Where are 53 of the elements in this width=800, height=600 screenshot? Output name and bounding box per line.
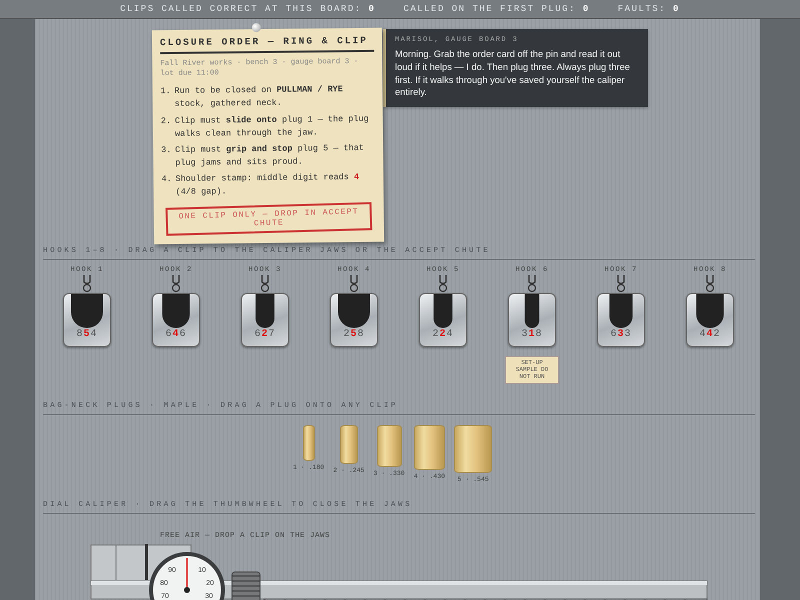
hook-icon <box>526 275 538 293</box>
rule-number: 1. <box>160 85 172 98</box>
clip-code: 258 <box>343 329 365 340</box>
plug[interactable] <box>302 425 315 461</box>
order-card[interactable] <box>152 28 384 244</box>
jaw-slot <box>338 294 370 328</box>
clip-code: 318 <box>521 329 543 340</box>
clip[interactable]: 224 <box>419 293 467 347</box>
hook-icon <box>81 275 93 293</box>
speech-text: Morning. Grab the order card off the pin and read it out loud if it helps — I do. Then plug three. Always plug three first. If it walks through you've saved yourself the caliper entirely. <box>395 48 631 100</box>
plug[interactable] <box>454 425 492 473</box>
order-rule: Clip must slide onto plug 1 — the plug walks clean through the jaw. <box>174 112 370 141</box>
jaw-slot <box>609 294 633 328</box>
clip[interactable]: 442 <box>686 293 734 347</box>
clip-code: 442 <box>699 329 721 340</box>
order-rule: Run to be closed on PULLMAN / RYE stock, gathered neck. <box>174 83 344 112</box>
hook-icon <box>704 275 716 293</box>
order-rule: Shoulder stamp: middle digit reads 4 (4/8 gap). <box>175 171 360 200</box>
card-title: CLOSURE ORDER — RING & CLIP <box>160 34 374 54</box>
jaw-slot <box>71 294 103 328</box>
clip[interactable]: 627 <box>241 293 289 347</box>
rule-number: 4. <box>161 173 173 186</box>
stat-label: CALLED ON THE FIRST PLUG: 0 <box>403 4 590 14</box>
hook-icon <box>348 275 360 293</box>
clip-code: 633 <box>610 329 632 340</box>
jaw-slot <box>696 294 724 328</box>
clip[interactable]: 633 <box>597 293 645 347</box>
jaw-slot <box>162 294 190 328</box>
jaw-slot <box>524 294 540 328</box>
clip[interactable]: 318 <box>508 293 556 347</box>
clip-code: 646 <box>165 329 187 340</box>
stat-label: CLIPS CALLED CORRECT AT THIS BOARD: 0 <box>120 4 376 14</box>
rule-number: 3. <box>161 144 172 158</box>
plug[interactable] <box>376 425 402 467</box>
hook-icon <box>259 275 271 293</box>
hook-icon <box>437 275 449 293</box>
order-rule: Clip must grip and stop plug 5 — that plug jams and sits proud. <box>175 142 365 170</box>
clip[interactable]: 646 <box>152 293 200 347</box>
rule-number: 2. <box>160 114 172 128</box>
clip-code: 854 <box>76 329 98 340</box>
stamp-text: ONE CLIP ONLY — DROP IN ACCEPT CHUTE <box>166 202 372 236</box>
jaw-slot <box>256 294 274 328</box>
hook-icon <box>170 275 182 293</box>
clip-code: 224 <box>432 329 454 340</box>
hook-icon <box>615 275 627 293</box>
jaw-slot <box>434 294 452 328</box>
clip[interactable]: 258 <box>330 293 378 347</box>
clip[interactable]: 854 <box>63 293 111 347</box>
clip-code: 627 <box>254 329 276 340</box>
plug[interactable] <box>340 425 358 464</box>
pin-icon <box>252 23 261 32</box>
stat-label: FAULTS: 0 <box>618 4 680 14</box>
plug[interactable] <box>414 425 446 470</box>
